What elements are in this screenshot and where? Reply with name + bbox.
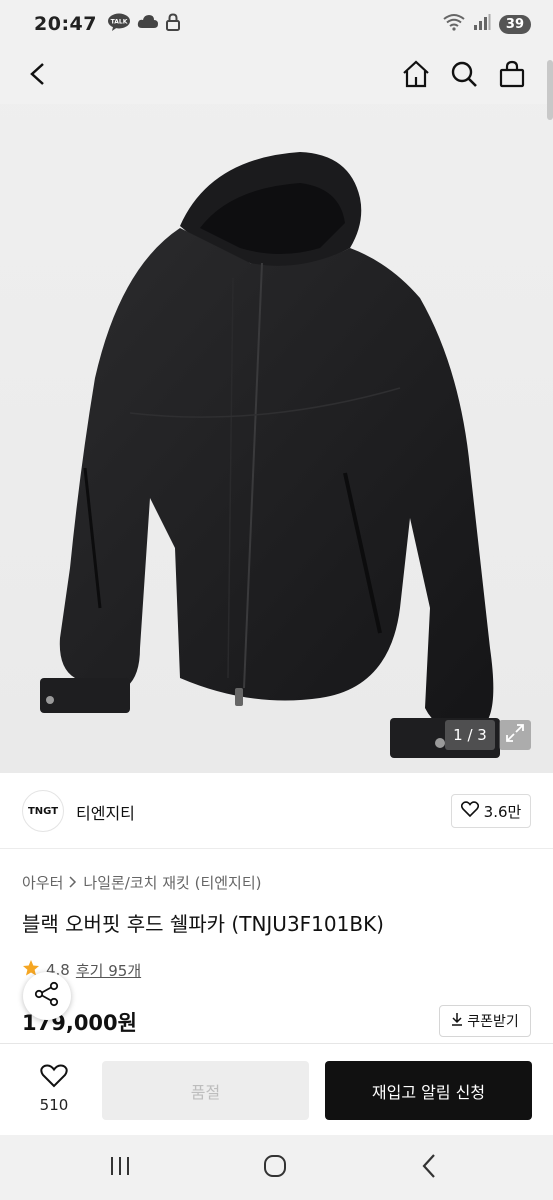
bottom-action-bar: 510 품절 재입고 알림 신청: [0, 1043, 553, 1135]
product-image-gallery[interactable]: [0, 48, 553, 773]
product-image: [40, 152, 500, 758]
wifi-icon: [443, 13, 465, 35]
breadcrumb-category[interactable]: 아우터: [22, 872, 63, 893]
status-bar: 20:47 TALK 39: [0, 0, 553, 48]
cart-button[interactable]: [492, 56, 532, 96]
breadcrumb: 아우터 나일론/코치 재킷 (티엔지티): [22, 872, 262, 893]
product-title: 블랙 오버핏 후드 쉘파카 (TNJU3F101BK): [22, 912, 384, 936]
restock-alert-button[interactable]: 재입고 알림 신청: [325, 1061, 532, 1120]
top-app-bar: [0, 48, 553, 104]
signal-icon: [473, 13, 491, 35]
cart-icon: [498, 60, 526, 92]
heart-icon: [460, 801, 479, 821]
search-button[interactable]: [444, 56, 484, 96]
status-notification-icons: TALK: [107, 13, 181, 35]
brand-like-count: 3.6만: [483, 802, 522, 821]
search-icon: [450, 60, 478, 92]
brand-name[interactable]: 티엔지티: [76, 800, 135, 824]
review-count-link[interactable]: 후기 95개: [76, 960, 141, 981]
brand-logo[interactable]: TNGT: [22, 790, 64, 832]
share-button[interactable]: [23, 972, 71, 1020]
system-navigation-bar: [0, 1135, 553, 1200]
coupon-label: 쿠폰받기: [467, 1014, 519, 1030]
back-nav-button[interactable]: [405, 1151, 455, 1185]
lock-icon: [165, 13, 181, 35]
home-circle-icon: [262, 1153, 288, 1183]
share-icon: [34, 981, 60, 1011]
coupon-button[interactable]: 쿠폰받기: [439, 1005, 531, 1037]
wishlist-button[interactable]: 510: [24, 1064, 84, 1114]
fullscreen-button[interactable]: [499, 720, 531, 750]
breadcrumb-subcategory[interactable]: 나일론/코치 재킷 (티엔지티): [83, 872, 261, 893]
brand-row[interactable]: TNGT 티엔지티 3.6만: [0, 773, 553, 849]
brand-like-button[interactable]: 3.6만: [451, 794, 531, 828]
svg-text:TALK: TALK: [111, 19, 128, 26]
image-counter: 1 / 3: [445, 720, 495, 750]
talk-icon: TALK: [107, 13, 131, 35]
back-icon: [28, 62, 48, 90]
status-system-icons: 39: [443, 13, 531, 35]
battery-badge: 39: [498, 14, 531, 34]
recent-apps-button[interactable]: [95, 1151, 145, 1185]
download-icon: [451, 1012, 463, 1030]
chevron-right-icon: [69, 874, 77, 892]
status-time: 20:47: [34, 13, 97, 35]
recent-apps-icon: [108, 1155, 132, 1181]
home-button[interactable]: [396, 56, 436, 96]
back-nav-icon: [420, 1153, 440, 1183]
heart-icon: [40, 1064, 68, 1092]
wishlist-count: 510: [39, 1096, 69, 1114]
expand-icon: [505, 723, 525, 747]
scroll-indicator: [547, 60, 553, 120]
home-nav-button[interactable]: [250, 1151, 300, 1185]
back-button[interactable]: [18, 56, 58, 96]
soldout-button: 품절: [102, 1061, 309, 1120]
cloud-icon: [137, 13, 159, 35]
home-icon: [402, 60, 430, 92]
